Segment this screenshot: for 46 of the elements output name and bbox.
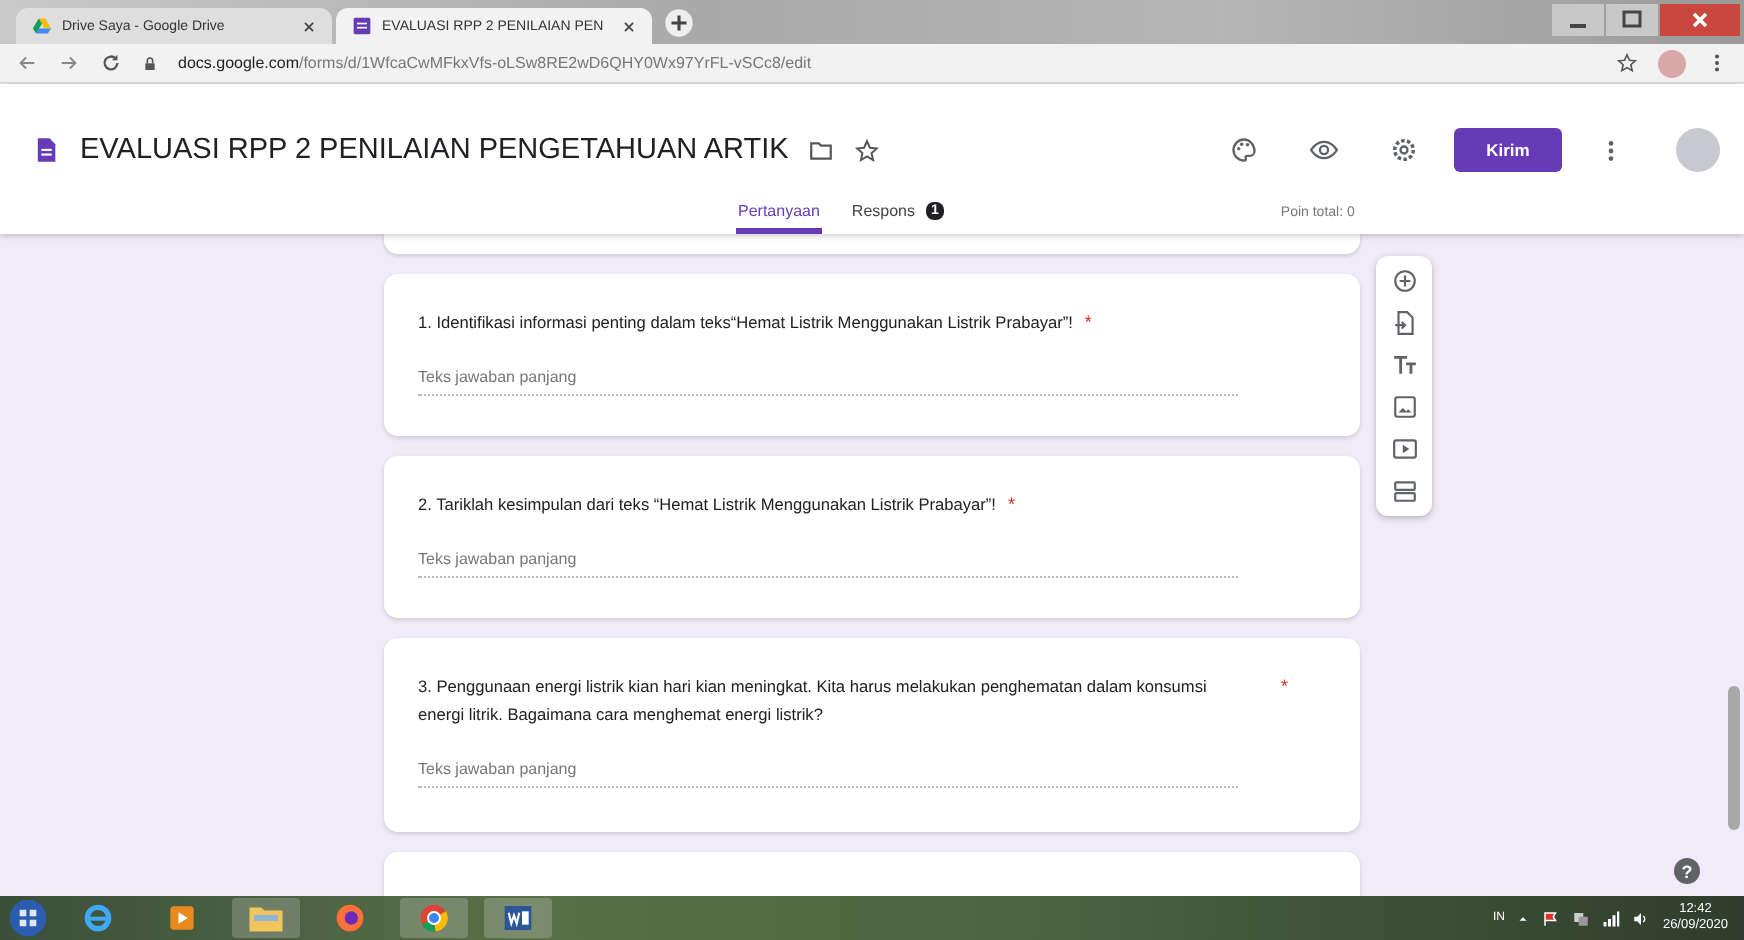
add-question-icon[interactable]	[1391, 268, 1417, 294]
star-icon[interactable]	[854, 137, 881, 163]
title-text-icon[interactable]	[1391, 352, 1417, 378]
required-mark: *	[1084, 310, 1092, 336]
video-icon[interactable]	[1391, 436, 1417, 462]
start-orb-icon[interactable]	[8, 898, 48, 938]
reload-icon[interactable]	[100, 52, 122, 74]
required-mark: *	[1007, 492, 1015, 518]
image-icon[interactable]	[1391, 394, 1417, 420]
close-icon[interactable]	[622, 19, 636, 33]
close-icon[interactable]	[302, 19, 316, 33]
form-icon[interactable]	[32, 136, 60, 164]
send-button[interactable]: Kirim	[1454, 128, 1562, 172]
maximize-icon[interactable]	[1606, 4, 1658, 36]
drive-icon[interactable]	[32, 16, 52, 36]
back-icon[interactable]	[16, 52, 38, 74]
answer-field[interactable]: Teks jawaban panjang	[418, 756, 1238, 788]
palette-icon[interactable]	[1230, 136, 1258, 164]
lock-icon[interactable]	[142, 55, 158, 71]
help-button[interactable]: ?	[1674, 858, 1700, 884]
question-text: 2. Tariklah kesimpulan dari teks “Hemat Listrik Menggunakan Listrik Prabayar”!	[418, 492, 996, 518]
star-icon[interactable]	[1616, 52, 1638, 74]
minimize-icon[interactable]	[1552, 4, 1604, 36]
speaker-icon[interactable]	[1632, 909, 1651, 927]
import-icon[interactable]	[1391, 310, 1417, 336]
answer-field[interactable]: Teks jawaban panjang	[418, 546, 1238, 578]
signal-icon[interactable]	[1602, 909, 1621, 927]
question-text: 3. Penggunaan energi listrik kian hari kian meningkat. Kita harus melakukan penghematan dalam konsumsi energi litrik. Bagaimana cara menghemat energi listrik?	[418, 674, 1209, 728]
eye-icon[interactable]	[1310, 136, 1338, 164]
chrome-taskbar-icon[interactable]	[400, 898, 468, 938]
question-text: 1. Identifikasi informasi penting dalam teks“Hemat Listrik Menggunakan Listrik Prabayar”!	[418, 310, 1073, 336]
close-icon[interactable]	[1660, 4, 1740, 36]
forward-icon[interactable]	[58, 52, 80, 74]
required-mark: *	[1280, 674, 1288, 700]
document-taskbar-icon[interactable]	[484, 898, 552, 938]
form-icon[interactable]	[352, 16, 372, 36]
scrollbar-thumb[interactable]	[1728, 686, 1740, 830]
flag-icon[interactable]	[1542, 909, 1561, 927]
network-icon[interactable]	[1572, 909, 1591, 927]
answer-field[interactable]: Teks jawaban panjang	[418, 364, 1238, 396]
settings-icon[interactable]	[1390, 136, 1418, 164]
folder-icon[interactable]	[808, 137, 835, 163]
new-tab-icon[interactable]	[664, 7, 694, 37]
form-title[interactable]: EVALUASI RPP 2 PENILAIAN PENGETAHUAN ARTIK	[80, 134, 789, 166]
folder-taskbar-icon[interactable]	[232, 898, 300, 938]
section-icon[interactable]	[1391, 478, 1417, 504]
